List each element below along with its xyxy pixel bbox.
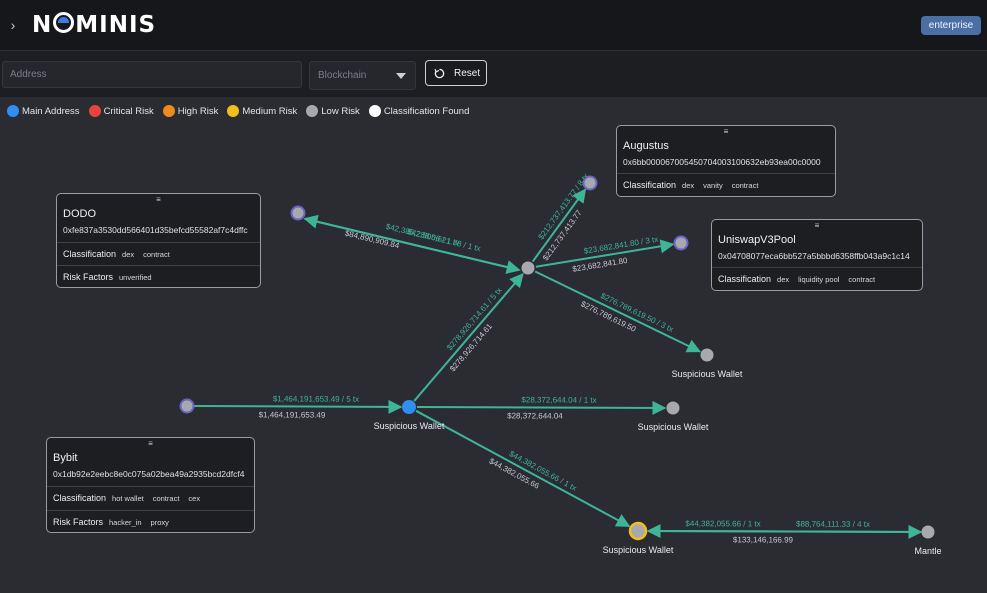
edge-main-to-hub[interactable] [413,273,524,402]
classification-row: Classification hot wallet contract cex [47,486,254,509]
drag-handle-icon[interactable]: ≡ [47,439,254,448]
tag: proxy [150,517,169,527]
node-mantle[interactable]: Mantle [914,525,942,557]
card-address[interactable]: 0xfe837a3530dd566401d35befcd55582af7c4df… [63,225,248,235]
edge-label-amount-tx: $44,382,055.66 / 1 tx [685,519,760,528]
tag: dex [777,274,790,284]
card-dodo[interactable]: ≡ DODO 0xfe837a3530dd566401d35befcd55582… [56,193,261,288]
edge-label-amount-tx: $1,464,191,653.49 / 5 tx [273,394,359,403]
node-circle[interactable] [521,261,535,275]
row-label: Classification [53,493,107,503]
edge-mantle-to-sw_bottom[interactable] [646,524,922,539]
edge-main-to-sw_bottom[interactable] [415,409,631,528]
row-label: Risk Factors [53,517,104,527]
node-circle[interactable] [921,525,935,539]
node-label: Mantle [914,546,941,556]
node-circle[interactable] [628,521,648,541]
row-label: Risk Factors [63,272,114,282]
edge-label-amount-tx: $88,764,111.33 / 4 tx [796,520,870,529]
node-augustus[interactable] [582,175,598,191]
node-label: Suspicious Wallet [672,369,743,379]
drag-handle-icon[interactable]: ≡ [712,221,922,230]
edge-source-to-main[interactable] [193,399,403,414]
tag: contract [152,493,180,503]
tag: liquidity pool [798,274,840,284]
tag: cex [188,493,201,503]
edge-label-total: $133,146,166.99 [733,535,794,544]
tag: dex [122,249,135,259]
classification-row: Classification dex contract [57,242,260,265]
row-label: Classification [623,180,677,190]
tag: dex [682,180,695,190]
drag-handle-icon[interactable]: ≡ [617,127,835,136]
node-circle[interactable] [582,175,598,191]
drag-handle-icon[interactable]: ≡ [57,195,260,204]
classification-row: Classification dex liquidity pool contra… [712,267,922,290]
node-circle[interactable] [402,400,416,414]
node-main[interactable]: Suspicious Wallet [374,400,445,431]
tag: hot wallet [112,493,144,503]
edge-main-to-sw_mid[interactable] [416,400,667,415]
node-circle[interactable] [179,398,195,414]
node-circle[interactable] [700,348,714,362]
node-label: Suspicious Wallet [638,422,709,432]
tag: contract [848,274,876,284]
node-sw_bottom[interactable]: Suspicious Wallet [603,521,674,555]
card-address[interactable]: 0x6bb000067005450704003100632eb93ea00c00… [623,157,821,167]
edge-hub-to-sw_right[interactable] [534,270,702,353]
node-dodo[interactable] [290,205,306,221]
risk-factors-row: Risk Factors hacker_in proxy [47,510,254,533]
card-title: Augustus [623,140,669,152]
tag: unverified [119,272,152,282]
edge-label-total: $28,372,644.04 [507,411,563,420]
edge-label-total: $1,464,191,653.49 [259,410,326,419]
tag: contract [143,249,170,259]
card-title: UniswapV3Pool [718,234,796,246]
node-circle[interactable] [673,235,689,251]
node-uniswap[interactable] [673,235,689,251]
node-circle[interactable] [666,401,680,415]
node-source[interactable] [179,398,195,414]
card-title: Bybit [53,452,78,464]
row-label: Classification [718,274,772,284]
tag: hacker_in [109,517,142,527]
card-address[interactable]: 0x04708077eca6bb527a5bbbd6358ffb043a9c1c… [718,251,910,261]
classification-row: Classification dex vanity contract [617,173,835,196]
edge-label-amount-tx: $28,372,644.04 / 1 tx [521,395,596,404]
card-uniswap-v3-pool[interactable]: ≡ UniswapV3Pool 0x04708077eca6bb527a5bbb… [711,219,923,291]
row-label: Classification [63,249,117,259]
tag: contract [731,180,759,190]
tag: vanity [703,180,723,190]
node-circle[interactable] [290,205,306,221]
risk-factors-row: Risk Factors unverified [57,265,260,288]
node-sw_right[interactable]: Suspicious Wallet [672,348,743,380]
card-augustus[interactable]: ≡ Augustus 0x6bb000067005450704003100632… [616,125,836,197]
node-hub[interactable] [521,261,535,275]
card-title: DODO [63,208,96,220]
node-label: Suspicious Wallet [603,545,674,555]
card-bybit[interactable]: ≡ Bybit 0x1db92e2eebc8e0c075a02bea49a293… [46,437,255,533]
edge-hub-to-augustus[interactable] [531,188,587,263]
edge-dodo-to-hub[interactable] [304,217,521,274]
node-label: Suspicious Wallet [374,421,445,431]
node-sw_mid[interactable]: Suspicious Wallet [638,401,709,433]
card-address[interactable]: 0x1db92e2eebc8e0c075a02bea49a2935bcd2dfc… [53,469,244,479]
